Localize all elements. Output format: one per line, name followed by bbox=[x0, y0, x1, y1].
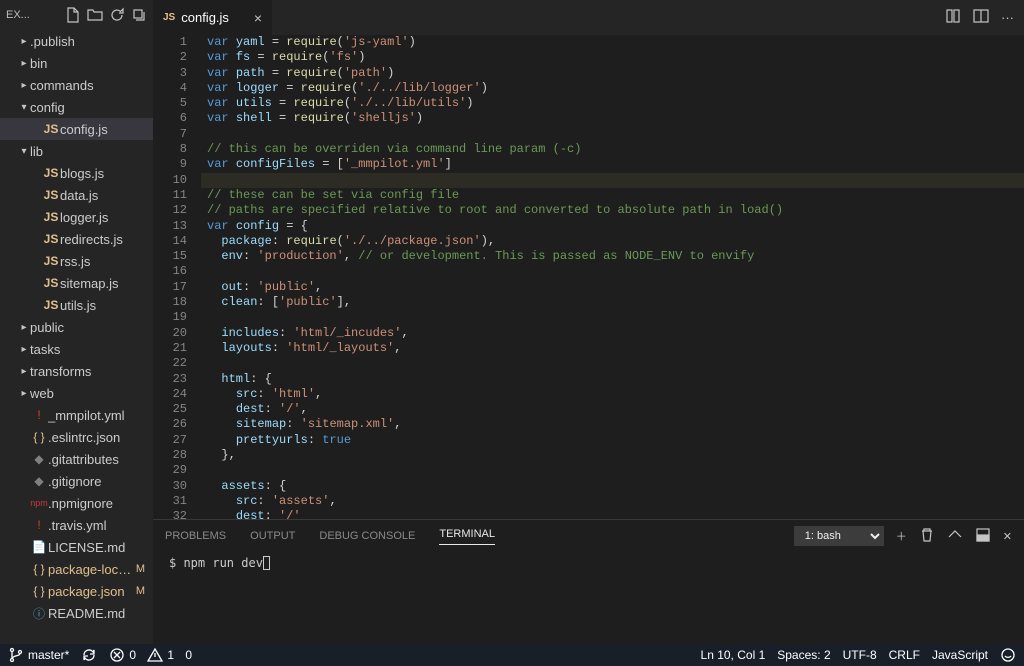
file-sitemap-js[interactable]: JSsitemap.js bbox=[0, 272, 153, 294]
maximize-panel-icon[interactable] bbox=[947, 527, 963, 546]
folder-commands[interactable]: ▸commands bbox=[0, 74, 153, 96]
editor-panel: JS config.js × ··· 123456789101112131415… bbox=[153, 0, 1024, 644]
code-editor[interactable]: 1234567891011121314151617181920212223242… bbox=[153, 35, 1024, 519]
file-logger-js[interactable]: JSlogger.js bbox=[0, 206, 153, 228]
tab-label: config.js bbox=[181, 10, 229, 25]
folder-public[interactable]: ▸public bbox=[0, 316, 153, 338]
status-bar: master* 0 1 0 Ln 10, Col 1 Spaces: 2 UTF… bbox=[0, 644, 1024, 666]
encoding[interactable]: UTF-8 bbox=[843, 648, 877, 662]
new-file-icon[interactable] bbox=[65, 7, 81, 23]
split-editor-icon[interactable] bbox=[973, 8, 989, 27]
bottom-panel: PROBLEMS OUTPUT DEBUG CONSOLE TERMINAL 1… bbox=[153, 519, 1024, 644]
terminal-cursor bbox=[263, 556, 270, 570]
terminal-select[interactable]: 1: bash bbox=[794, 526, 884, 546]
code-content[interactable]: var yaml = require('js-yaml')var fs = re… bbox=[201, 35, 1024, 519]
problems-count[interactable]: 0 1 0 bbox=[109, 647, 192, 663]
file-rss-js[interactable]: JSrss.js bbox=[0, 250, 153, 272]
feedback-icon[interactable] bbox=[1000, 647, 1016, 663]
folder-tasks[interactable]: ▸tasks bbox=[0, 338, 153, 360]
cursor-position[interactable]: Ln 10, Col 1 bbox=[701, 648, 766, 662]
tab-terminal[interactable]: TERMINAL bbox=[439, 528, 495, 545]
file--gitignore[interactable]: ◆.gitignore bbox=[0, 470, 153, 492]
compare-changes-icon[interactable] bbox=[945, 8, 961, 27]
file-blogs-js[interactable]: JSblogs.js bbox=[0, 162, 153, 184]
file-package-json[interactable]: { }package.jsonM bbox=[0, 580, 153, 602]
move-panel-icon[interactable] bbox=[975, 527, 991, 546]
folder-bin[interactable]: ▸bin bbox=[0, 52, 153, 74]
folder-lib[interactable]: ▾lib bbox=[0, 140, 153, 162]
file--travis-yml[interactable]: !.travis.yml bbox=[0, 514, 153, 536]
terminal[interactable]: $ npm run dev bbox=[153, 552, 1024, 644]
panel-tabs: PROBLEMS OUTPUT DEBUG CONSOLE TERMINAL 1… bbox=[153, 520, 1024, 552]
explorer-sidebar: EX... ▸.publish▸bin▸commands▾configJScon… bbox=[0, 0, 153, 644]
refresh-icon[interactable] bbox=[109, 7, 125, 23]
tab-config-js[interactable]: JS config.js × bbox=[153, 0, 273, 35]
indentation[interactable]: Spaces: 2 bbox=[777, 648, 830, 662]
file--npmignore[interactable]: npm.npmignore bbox=[0, 492, 153, 514]
tab-output[interactable]: OUTPUT bbox=[250, 530, 295, 542]
kill-terminal-icon[interactable] bbox=[919, 527, 935, 546]
file--gitattributes[interactable]: ◆.gitattributes bbox=[0, 448, 153, 470]
file-license-md[interactable]: 📄LICENSE.md bbox=[0, 536, 153, 558]
git-sync[interactable] bbox=[81, 647, 97, 663]
close-icon[interactable]: × bbox=[254, 10, 262, 26]
tab-problems[interactable]: PROBLEMS bbox=[165, 530, 226, 542]
folder-web[interactable]: ▸web bbox=[0, 382, 153, 404]
file-redirects-js[interactable]: JSredirects.js bbox=[0, 228, 153, 250]
git-branch[interactable]: master* bbox=[8, 647, 69, 663]
file-readme-md[interactable]: ⓘREADME.md bbox=[0, 602, 153, 624]
explorer-title: EX... bbox=[6, 9, 59, 21]
editor-actions: ··· bbox=[935, 0, 1024, 35]
explorer-header: EX... bbox=[0, 0, 153, 30]
file-config-js[interactable]: JSconfig.js bbox=[0, 118, 153, 140]
close-panel-icon[interactable]: ✕ bbox=[1003, 530, 1012, 543]
terminal-prompt: $ bbox=[169, 556, 183, 570]
line-gutter: 1234567891011121314151617181920212223242… bbox=[153, 35, 201, 519]
folder-transforms[interactable]: ▸transforms bbox=[0, 360, 153, 382]
more-icon[interactable]: ··· bbox=[1001, 10, 1014, 25]
file-utils-js[interactable]: JSutils.js bbox=[0, 294, 153, 316]
tab-debug-console[interactable]: DEBUG CONSOLE bbox=[319, 530, 415, 542]
file-data-js[interactable]: JSdata.js bbox=[0, 184, 153, 206]
file-package-lock-json[interactable]: { }package-lock.jsonM bbox=[0, 558, 153, 580]
file-tree: ▸.publish▸bin▸commands▾configJSconfig.js… bbox=[0, 30, 153, 644]
folder--publish[interactable]: ▸.publish bbox=[0, 30, 153, 52]
eol[interactable]: CRLF bbox=[889, 648, 920, 662]
new-folder-icon[interactable] bbox=[87, 7, 103, 23]
collapse-all-icon[interactable] bbox=[131, 7, 147, 23]
language-mode[interactable]: JavaScript bbox=[932, 648, 988, 662]
new-terminal-icon[interactable]: ＋ bbox=[896, 528, 907, 544]
terminal-command: npm run dev bbox=[183, 556, 262, 570]
file--mmpilot-yml[interactable]: !_mmpilot.yml bbox=[0, 404, 153, 426]
js-icon: JS bbox=[163, 12, 175, 23]
file--eslintrc-json[interactable]: { }.eslintrc.json bbox=[0, 426, 153, 448]
editor-tabs: JS config.js × ··· bbox=[153, 0, 1024, 35]
folder-config[interactable]: ▾config bbox=[0, 96, 153, 118]
